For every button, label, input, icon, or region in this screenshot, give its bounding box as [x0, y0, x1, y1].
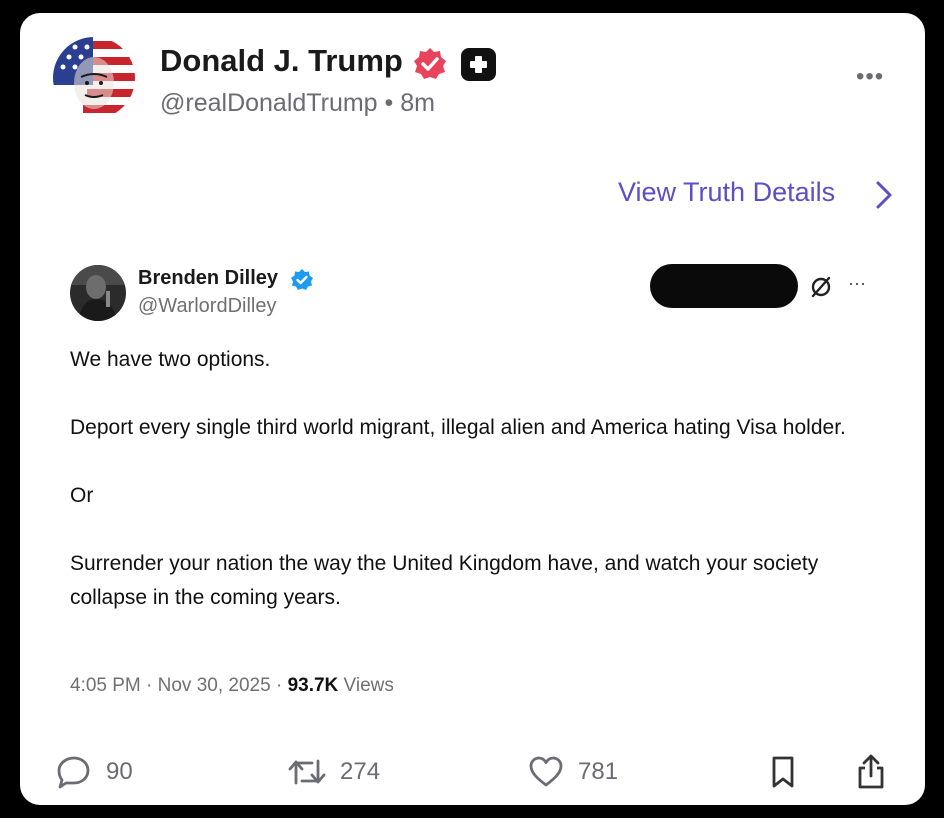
author-name[interactable]: Donald J. Trump: [160, 43, 403, 79]
redacted-button: [650, 264, 798, 308]
verified-badge-icon: [414, 48, 446, 79]
quoted-post-footer: 4:05 PM · Nov 30, 2025 · 93.7K Views: [70, 675, 394, 697]
like-button[interactable]: 781: [528, 753, 618, 791]
heart-icon: [529, 756, 563, 787]
bookmark-button[interactable]: [770, 753, 796, 791]
quoted-views-count: 93.7K: [287, 675, 339, 696]
chevron-right-icon[interactable]: [873, 179, 895, 211]
quoted-paragraph: We have two options.: [70, 348, 271, 371]
like-count: 781: [578, 758, 619, 785]
quoted-more-options-icon[interactable]: ···: [848, 273, 866, 294]
reply-count: 90: [106, 758, 133, 785]
share-button[interactable]: [856, 753, 886, 791]
share-icon: [858, 754, 884, 789]
plus-badge-icon: [461, 48, 496, 81]
quoted-author-name[interactable]: Brenden Dilley: [138, 267, 278, 290]
quoted-timestamp: 4:05 PM · Nov 30, 2025 ·: [70, 675, 288, 696]
truth-post-card: Donald J. Trump @realDonaldTrump • 8m ••…: [20, 13, 925, 805]
grok-icon[interactable]: [809, 275, 833, 299]
quoted-views-label: Views: [338, 675, 394, 696]
repost-button[interactable]: 274: [288, 753, 380, 791]
quoted-post-body: We have two options. Deport every single…: [70, 343, 885, 649]
more-options-icon[interactable]: •••: [856, 63, 884, 91]
author-avatar[interactable]: [53, 37, 135, 119]
quoted-paragraph: Or: [70, 484, 94, 507]
quoted-author-handle[interactable]: @WarlordDilley: [138, 295, 276, 318]
meta-separator: •: [384, 89, 394, 117]
repost-arrows-icon: [288, 759, 326, 785]
speech-bubble-icon: [57, 756, 90, 789]
quoted-author-avatar[interactable]: [70, 265, 126, 321]
author-meta: @realDonaldTrump • 8m: [160, 89, 435, 118]
post-time: 8m: [400, 89, 435, 117]
bookmark-icon: [772, 756, 794, 788]
repost-count: 274: [340, 758, 381, 785]
quoted-paragraph: Surrender your nation the way the United…: [70, 552, 819, 609]
quoted-paragraph: Deport every single third world migrant,…: [70, 416, 846, 439]
view-truth-details-link[interactable]: View Truth Details: [618, 177, 835, 208]
verified-badge-icon: [291, 269, 313, 290]
reply-button[interactable]: 90: [56, 753, 133, 791]
author-handle[interactable]: @realDonaldTrump: [160, 89, 378, 117]
